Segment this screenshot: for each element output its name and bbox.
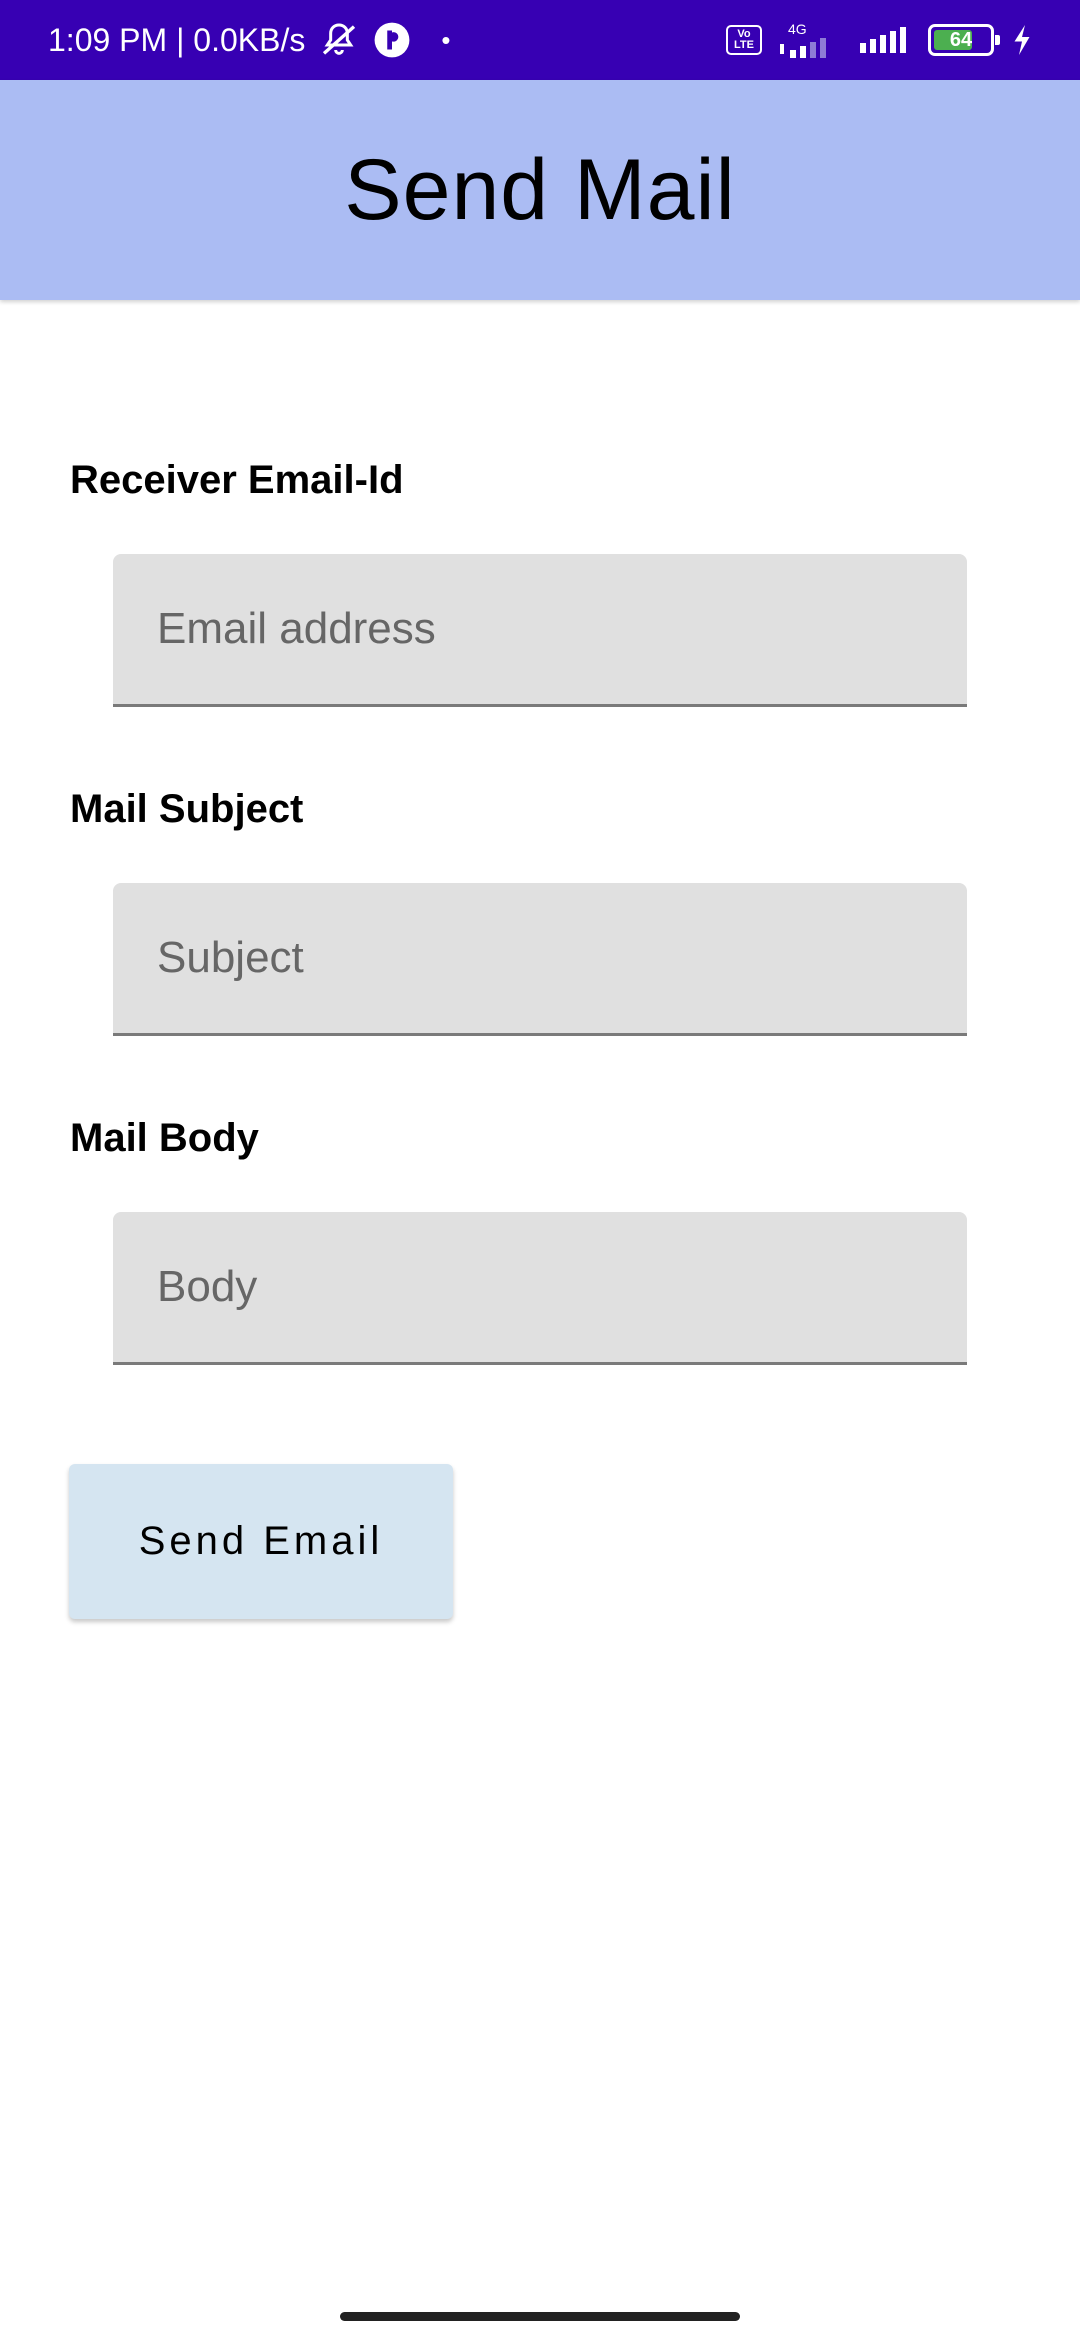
charging-bolt-icon bbox=[1014, 25, 1030, 55]
battery-level: 64 bbox=[949, 28, 973, 51]
page-title: Send Mail bbox=[344, 141, 736, 238]
email-address-input[interactable] bbox=[157, 554, 967, 704]
email-field-container[interactable] bbox=[113, 554, 967, 707]
body-field-container[interactable] bbox=[113, 1212, 967, 1365]
battery-icon: 64 bbox=[928, 24, 1000, 56]
signal-4g-group: 4G bbox=[780, 22, 842, 58]
status-right: Vo LTE 4G 64 bbox=[726, 22, 1032, 58]
receiver-email-label: Receiver Email-Id bbox=[70, 458, 404, 502]
status-left: 1:09 PM | 0.0KB/s • bbox=[48, 20, 450, 60]
body-input[interactable] bbox=[157, 1212, 967, 1362]
more-notifications-dot-icon: • bbox=[441, 24, 451, 55]
mail-body-label: Mail Body bbox=[70, 1116, 259, 1160]
status-bar: 1:09 PM | 0.0KB/s • Vo LTE 4G 64 bbox=[0, 0, 1080, 80]
subject-field-container[interactable] bbox=[113, 883, 967, 1036]
signal-strength-full-icon bbox=[860, 27, 906, 53]
status-time-speed: 1:09 PM | 0.0KB/s bbox=[48, 21, 306, 58]
network-type-label: 4G bbox=[788, 21, 807, 37]
mail-subject-label: Mail Subject bbox=[70, 787, 304, 831]
send-email-button[interactable]: Send Email bbox=[69, 1464, 453, 1619]
notifications-muted-icon bbox=[323, 23, 356, 55]
volte-icon: Vo LTE bbox=[726, 25, 762, 55]
signal-strength-weak-icon bbox=[780, 38, 826, 58]
app-bar: Send Mail bbox=[0, 80, 1080, 300]
subject-input[interactable] bbox=[157, 883, 967, 1033]
app-notification-icon bbox=[374, 22, 410, 58]
home-indicator[interactable] bbox=[340, 2312, 740, 2321]
